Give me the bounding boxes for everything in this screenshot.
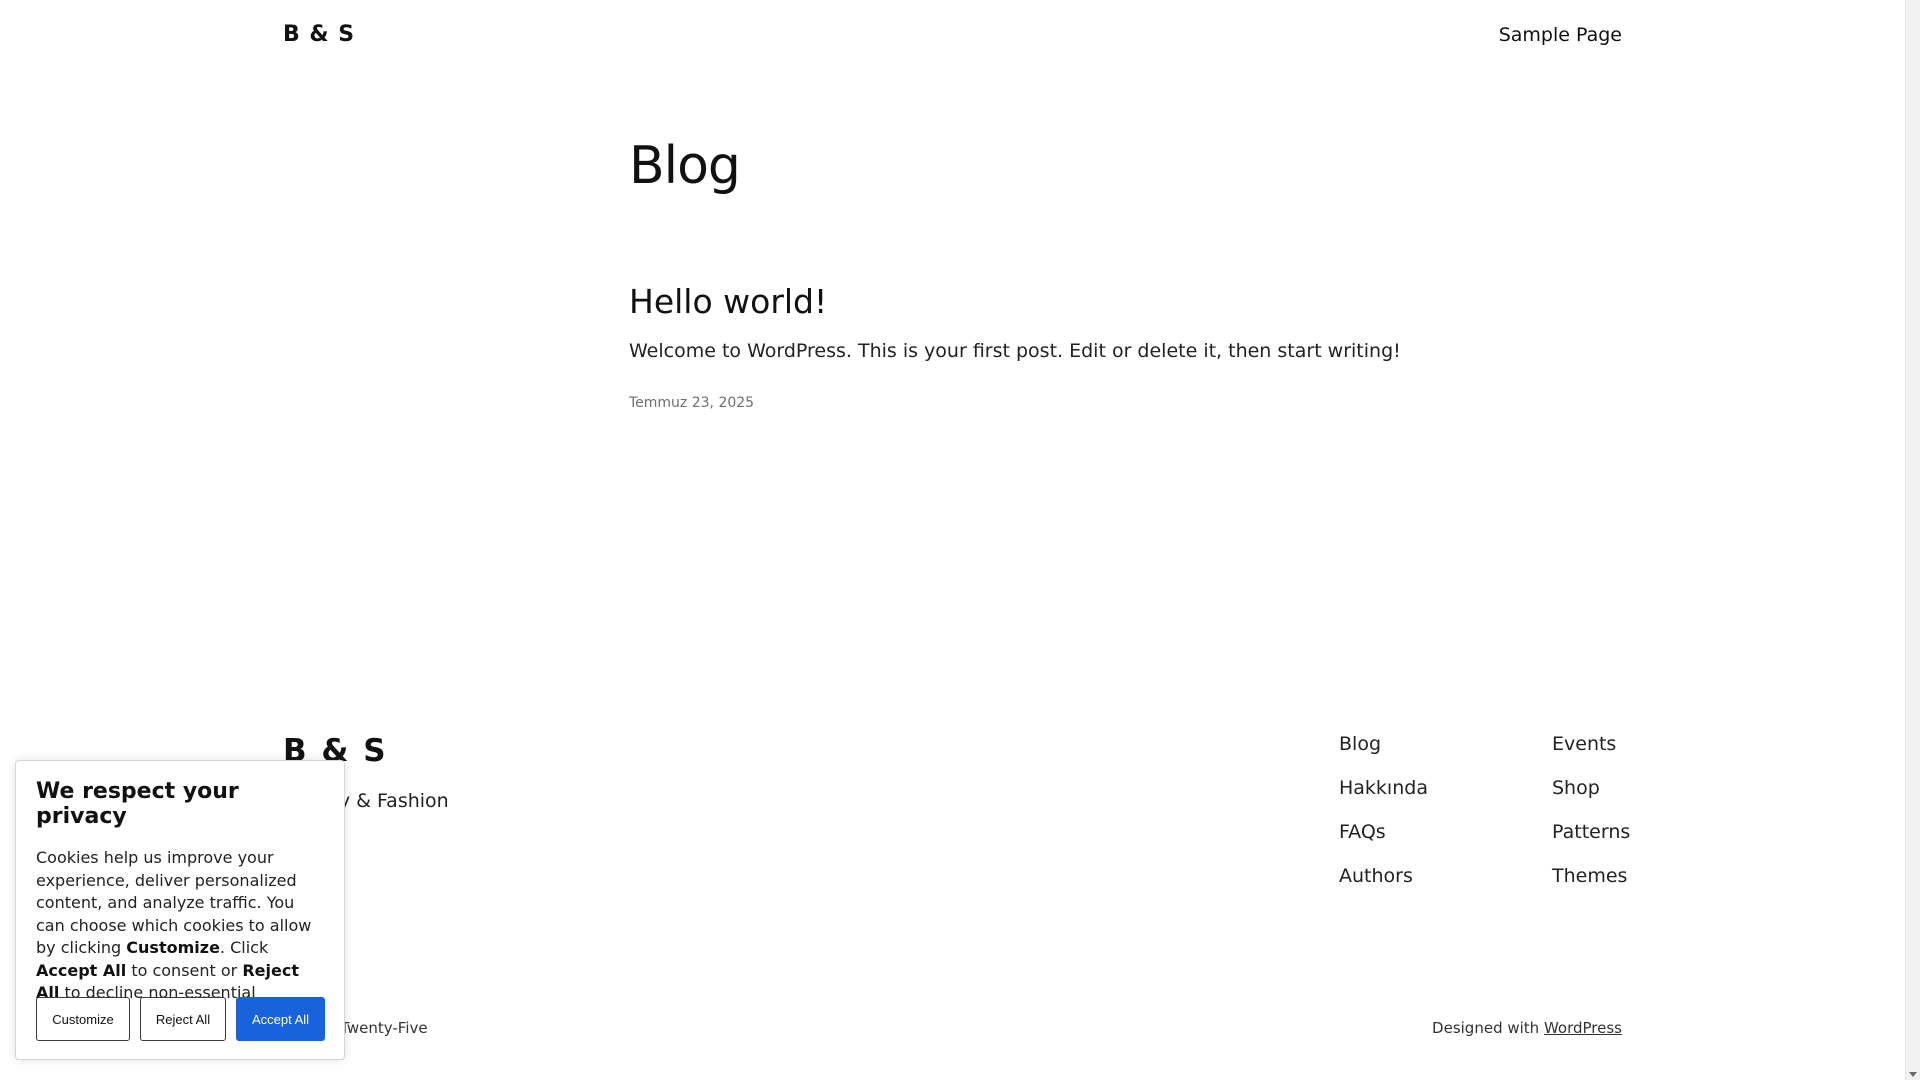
designed-with-text: Designed with xyxy=(1432,1019,1544,1037)
post-date: Temmuz 23, 2025 xyxy=(629,395,755,411)
cookie-consent-banner: We respect your privacy Cookies help us … xyxy=(15,760,345,1060)
footer-nav-column-1: Blog Hakkında FAQs Authors xyxy=(1339,732,1428,888)
site-logo[interactable]: B & S xyxy=(283,22,355,47)
footer-link-blog[interactable]: Blog xyxy=(1339,732,1428,756)
footer-link-faqs[interactable]: FAQs xyxy=(1339,820,1428,844)
reject-all-button[interactable]: Reject All xyxy=(140,997,226,1041)
post-excerpt: Welcome to WordPress. This is your first… xyxy=(629,340,1401,362)
footer-link-authors[interactable]: Authors xyxy=(1339,864,1428,888)
footer-link-hakkinda[interactable]: Hakkında xyxy=(1339,776,1428,800)
accept-all-button[interactable]: Accept All xyxy=(236,997,325,1041)
footer-nav-column-2: Events Shop Patterns Themes xyxy=(1552,732,1630,888)
footer-link-themes[interactable]: Themes xyxy=(1552,864,1630,888)
wordpress-link[interactable]: WordPress xyxy=(1544,1019,1622,1037)
page-title: Blog xyxy=(629,136,741,196)
scroll-down-arrow-icon[interactable] xyxy=(1909,1072,1917,1077)
footer-designed-with: Designed with WordPress xyxy=(1432,1019,1622,1037)
footer-link-shop[interactable]: Shop xyxy=(1552,776,1630,800)
footer-link-events[interactable]: Events xyxy=(1552,732,1630,756)
cookie-text-part: to consent or xyxy=(126,960,243,980)
cookie-text-accept: Accept All xyxy=(36,960,127,980)
customize-button[interactable]: Customize xyxy=(36,997,130,1041)
vertical-scrollbar[interactable] xyxy=(1905,0,1920,1080)
page: B & S Sample Page Blog Hello world! Welc… xyxy=(0,0,1920,1080)
cookie-text-part: . Click xyxy=(219,938,269,957)
nav-sample-page-link[interactable]: Sample Page xyxy=(1499,24,1622,46)
cookie-banner-title: We respect your privacy xyxy=(36,779,239,829)
cookie-text-customize: Customize xyxy=(126,938,220,957)
footer-link-patterns[interactable]: Patterns xyxy=(1552,820,1630,844)
cookie-banner-actions: Customize Reject All Accept All xyxy=(36,997,325,1041)
post-title-link[interactable]: Hello world! xyxy=(629,282,827,321)
